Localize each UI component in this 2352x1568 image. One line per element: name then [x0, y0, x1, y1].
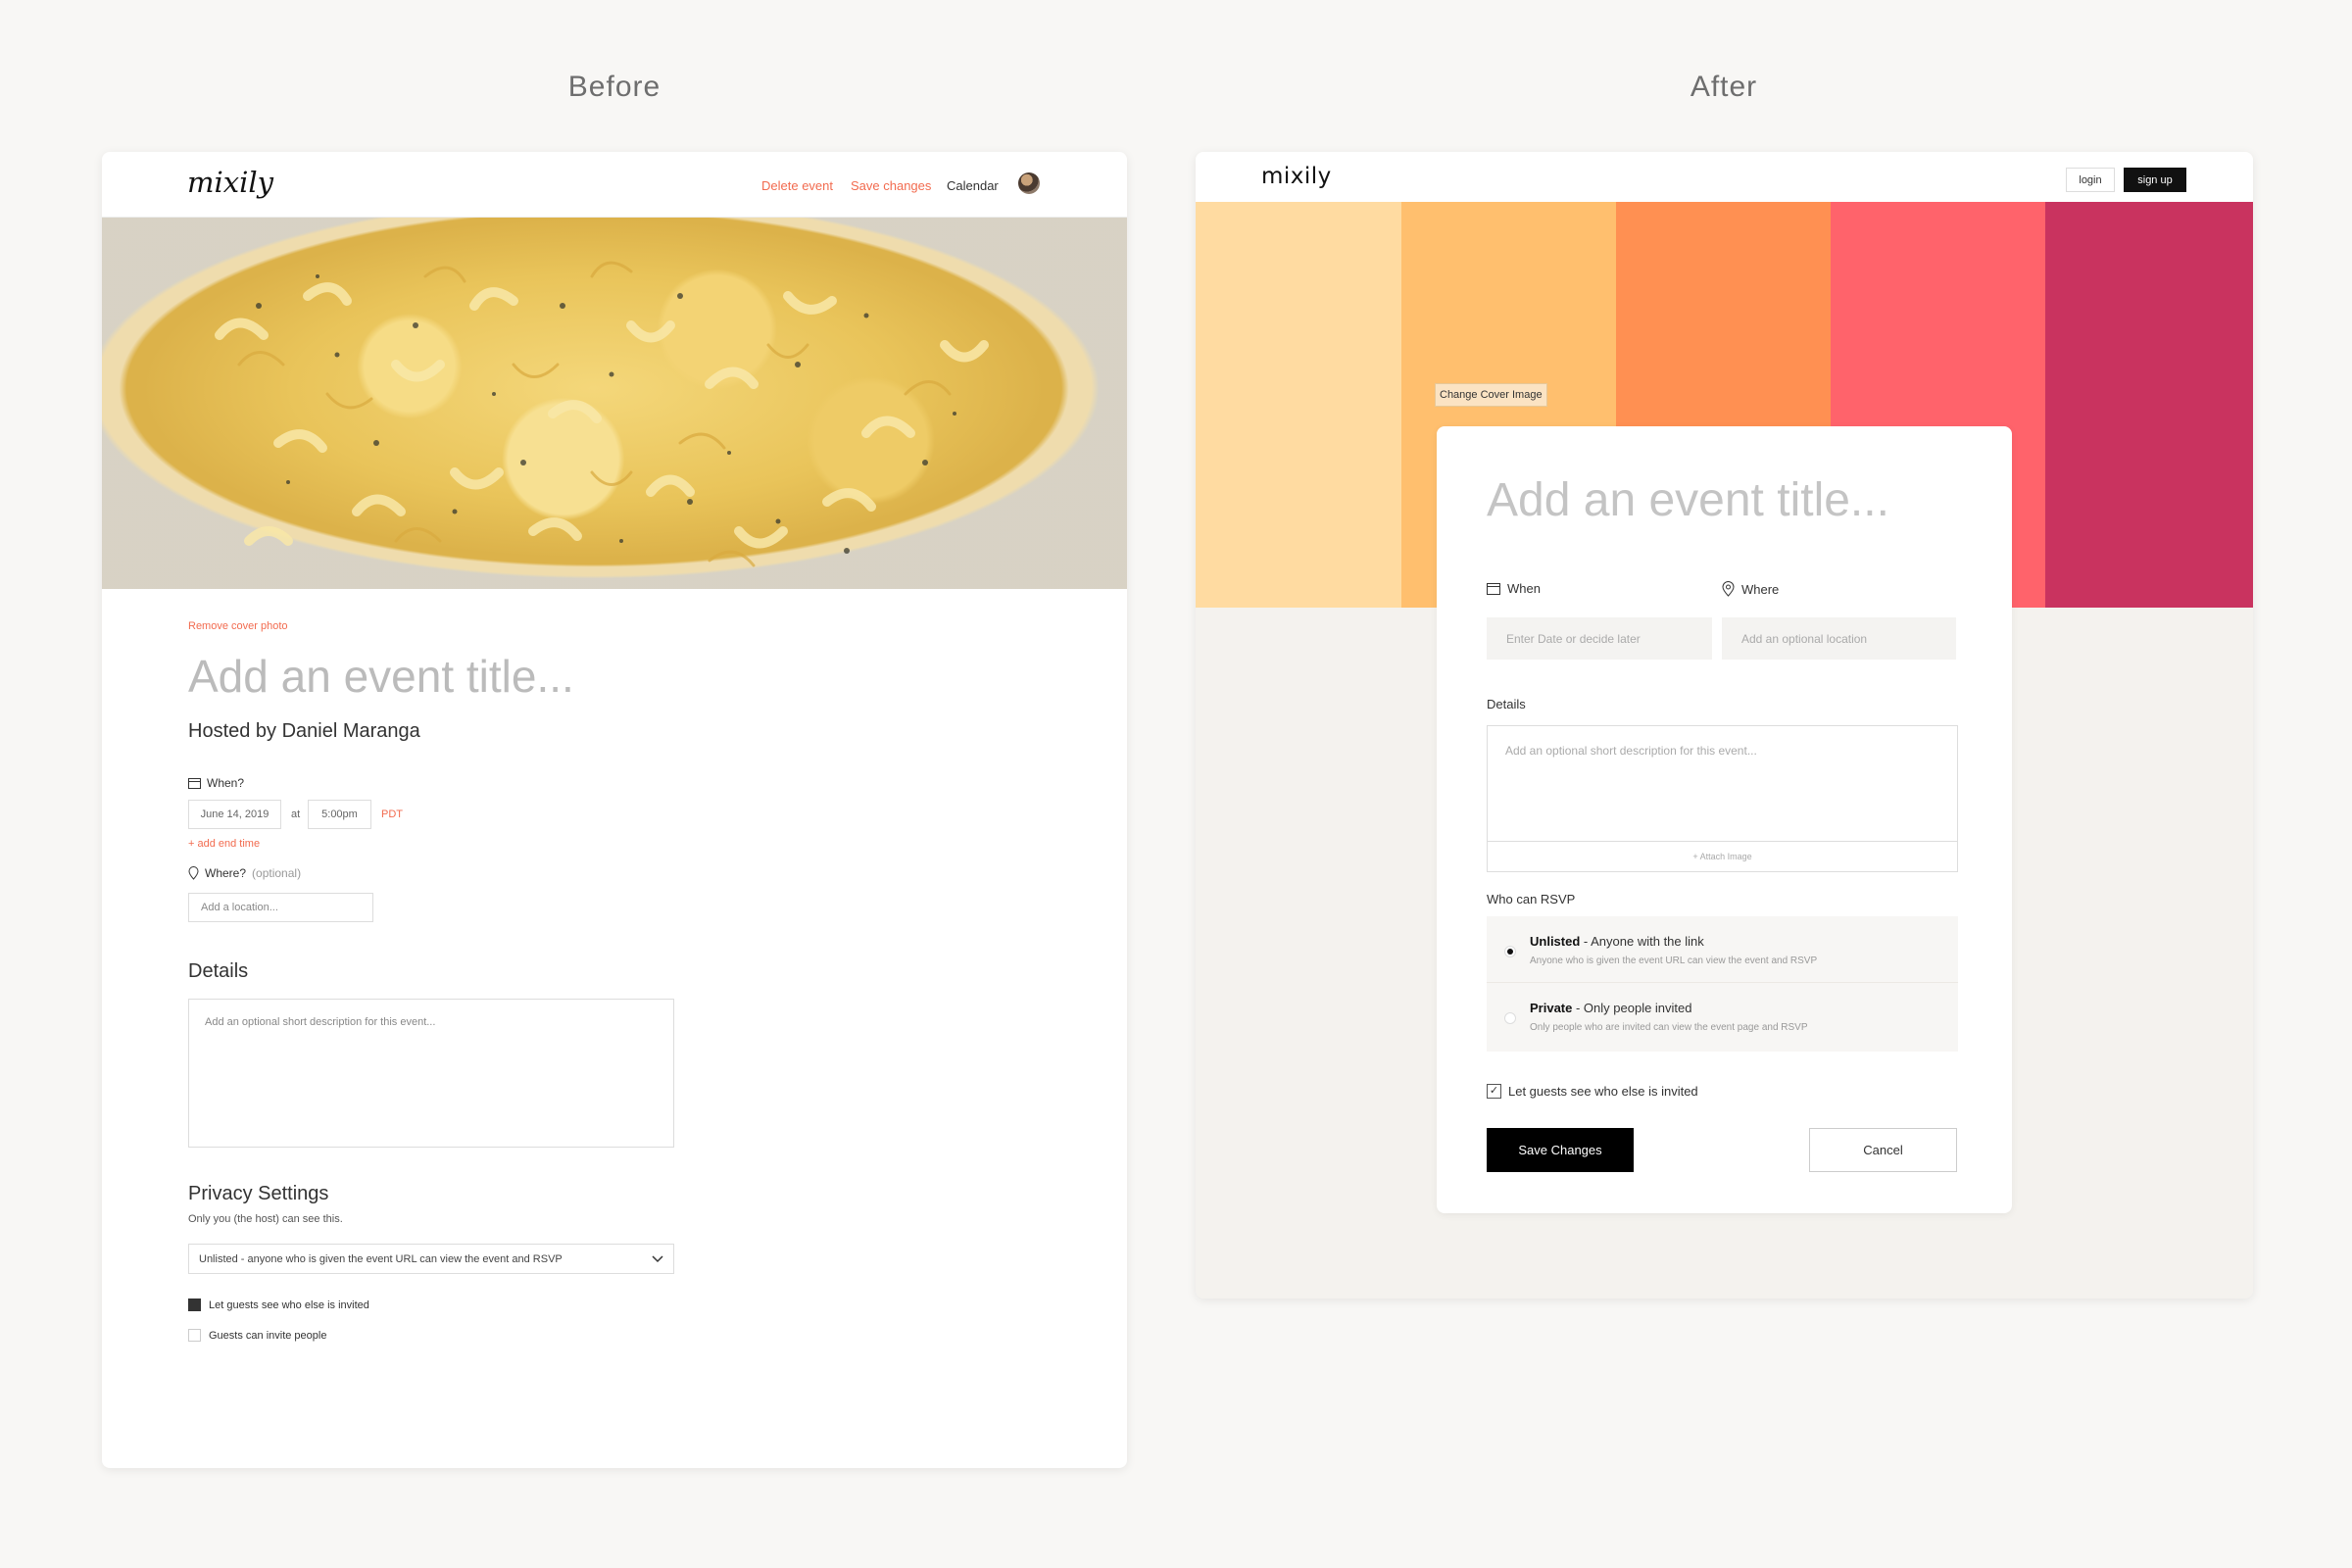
before-panel: mixily Delete event Save changes Calenda…	[102, 152, 1127, 1468]
checkbox-label: Let guests see who else is invited	[1508, 1084, 1698, 1099]
after-navbar: mixily login sign up	[1196, 152, 2253, 202]
rsvp-label: Who can RSVP	[1487, 892, 1576, 906]
event-form-card: Add an event title... When Where Enter D…	[1437, 426, 2012, 1213]
event-title-input[interactable]: Add an event title...	[1487, 473, 1889, 527]
date-input[interactable]: Enter Date or decide later	[1487, 617, 1712, 660]
guests-see-checkbox[interactable]: ✓ Let guests see who else is invited	[1487, 1084, 1698, 1099]
delete-event-link[interactable]: Delete event	[761, 178, 833, 193]
checkbox-box-unchecked[interactable]	[188, 1329, 201, 1342]
cancel-button[interactable]: Cancel	[1809, 1128, 1957, 1172]
radio-title: Private - Only people invited	[1530, 1001, 1808, 1015]
location-input[interactable]: Add an optional location	[1722, 617, 1956, 660]
where-label-text: Where?	[205, 866, 247, 880]
add-end-time-link[interactable]: + add end time	[188, 838, 260, 850]
change-cover-image-button[interactable]: Change Cover Image	[1435, 383, 1547, 407]
timezone-link[interactable]: PDT	[381, 808, 403, 820]
after-heading: After	[1690, 71, 1758, 103]
chevron-down-icon	[652, 1254, 663, 1262]
when-label: When?	[188, 776, 244, 790]
when-label-text: When	[1507, 581, 1541, 596]
radio-title-rest: - Anyone with the link	[1580, 934, 1704, 949]
checkbox-label: Let guests see who else is invited	[209, 1298, 369, 1311]
radio-subtitle: Anyone who is given the event URL can vi…	[1530, 956, 1818, 966]
privacy-select[interactable]: Unlisted - anyone who is given the event…	[188, 1244, 674, 1274]
description-textarea[interactable]: Add an optional short description for th…	[188, 999, 674, 1148]
mixily-logo[interactable]: mixily	[1261, 164, 1332, 189]
before-navbar: mixily Delete event Save changes Calenda…	[102, 152, 1127, 218]
date-field[interactable]: June 14, 2019	[188, 800, 281, 829]
where-label-text: Where	[1741, 581, 1780, 597]
calendar-link[interactable]: Calendar	[947, 178, 999, 193]
details-heading: Details	[188, 960, 249, 982]
guests-invite-checkbox[interactable]: Guests can invite people	[188, 1329, 326, 1342]
before-heading: Before	[567, 71, 662, 103]
save-changes-button[interactable]: Save Changes	[1487, 1128, 1634, 1172]
location-input[interactable]: Add a location...	[188, 893, 373, 922]
where-label: Where? (optional)	[188, 866, 301, 880]
guests-see-checkbox[interactable]: Let guests see who else is invited	[188, 1298, 369, 1311]
rsvp-option-private[interactable]: Private - Only people invited Only peopl…	[1487, 983, 1958, 1050]
avatar[interactable]	[1018, 172, 1040, 194]
location-pin-icon	[188, 866, 199, 880]
radio-title-rest: - Only people invited	[1572, 1001, 1692, 1015]
privacy-heading: Privacy Settings	[188, 1183, 329, 1204]
login-button[interactable]: login	[2066, 168, 2115, 192]
checkbox-checked-icon[interactable]: ✓	[1487, 1084, 1501, 1099]
radio-title-bold: Unlisted	[1530, 934, 1581, 949]
description-textarea[interactable]: Add an optional short description for th…	[1487, 725, 1958, 872]
when-label-text: When?	[207, 776, 245, 790]
details-label: Details	[1487, 697, 1526, 711]
privacy-select-value: Unlisted - anyone who is given the event…	[199, 1252, 563, 1265]
after-panel: mixily login sign up Change Cover Image …	[1196, 152, 2253, 1298]
calendar-icon	[1487, 583, 1500, 595]
location-pin-icon	[1722, 581, 1735, 597]
cover-stripe-1	[1196, 202, 1401, 608]
checkbox-box-checked[interactable]	[188, 1298, 201, 1311]
time-field[interactable]: 5:00pm	[308, 800, 371, 829]
attach-image-button[interactable]: + Attach Image	[1488, 841, 1957, 871]
when-label: When	[1487, 581, 1541, 596]
save-changes-link[interactable]: Save changes	[851, 178, 931, 193]
where-label: Where	[1722, 581, 1779, 597]
rsvp-option-unlisted[interactable]: Unlisted - Anyone with the link Anyone w…	[1487, 916, 1958, 983]
mixily-logo[interactable]: mixily	[187, 166, 273, 199]
rsvp-radio-group: Unlisted - Anyone with the link Anyone w…	[1487, 916, 1958, 1052]
hosted-by-text: Hosted by Daniel Maranga	[188, 720, 420, 742]
radio-title-bold: Private	[1530, 1001, 1573, 1015]
radio-selected[interactable]	[1504, 946, 1516, 957]
checkbox-label: Guests can invite people	[209, 1329, 327, 1342]
radio-unselected[interactable]	[1504, 1012, 1516, 1024]
mac-and-cheese-image	[215, 261, 989, 567]
signup-button[interactable]: sign up	[2124, 168, 2186, 192]
where-optional-text: (optional)	[252, 866, 302, 880]
cover-stripe-5	[2045, 202, 2253, 608]
privacy-subtext: Only you (the host) can see this.	[188, 1213, 343, 1225]
radio-subtitle: Only people who are invited can view the…	[1530, 1022, 1808, 1033]
at-text: at	[291, 808, 301, 820]
event-title-input[interactable]: Add an event title...	[188, 650, 574, 703]
cover-photo	[102, 218, 1127, 589]
radio-title: Unlisted - Anyone with the link	[1530, 934, 1817, 949]
remove-cover-photo-link[interactable]: Remove cover photo	[188, 620, 288, 632]
description-placeholder: Add an optional short description for th…	[1505, 744, 1757, 758]
calendar-icon	[188, 778, 201, 789]
